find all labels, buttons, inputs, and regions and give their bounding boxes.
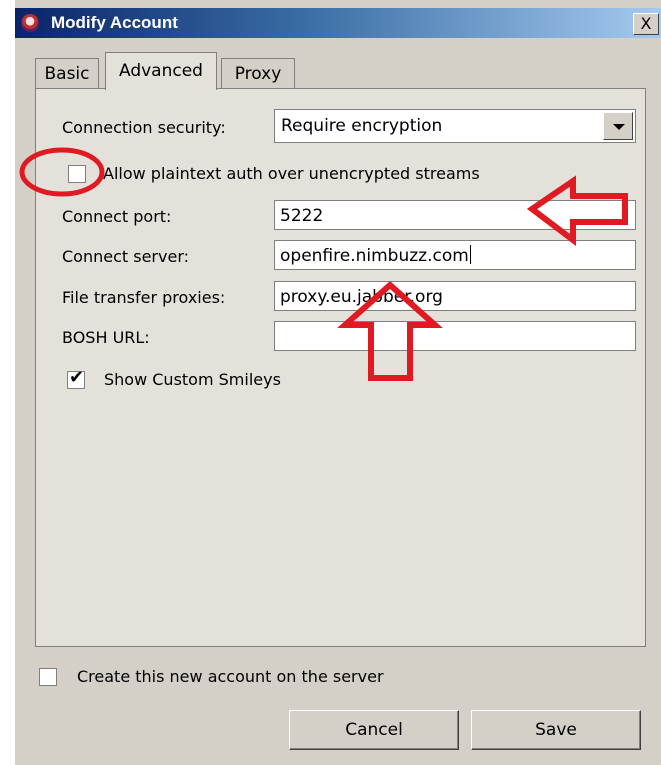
modify-account-dialog: Modify Account X Basic Advanced Proxy Co… xyxy=(14,0,661,765)
create-on-server-checkbox[interactable] xyxy=(39,668,57,686)
plaintext-auth-label: Allow plaintext auth over unencrypted st… xyxy=(103,164,480,183)
tab-basic-label: Basic xyxy=(44,64,90,84)
tab-basic[interactable]: Basic xyxy=(35,58,99,89)
connection-security-select[interactable]: Require encryption xyxy=(274,109,636,143)
connection-security-value: Require encryption xyxy=(281,116,443,136)
connect-server-label: Connect server: xyxy=(62,247,189,266)
show-custom-smileys-checkbox[interactable]: ✔ xyxy=(67,367,85,389)
cancel-button[interactable]: Cancel xyxy=(289,710,459,750)
close-button[interactable]: X xyxy=(633,13,659,35)
tab-advanced[interactable]: Advanced xyxy=(105,52,217,90)
text-caret xyxy=(469,245,471,264)
app-icon xyxy=(21,14,39,32)
file-transfer-proxies-label: File transfer proxies: xyxy=(62,288,226,307)
file-transfer-proxies-field[interactable]: proxy.eu.jabber.org xyxy=(274,281,636,311)
save-button[interactable]: Save xyxy=(471,710,641,750)
tab-proxy-label: Proxy xyxy=(234,64,282,84)
connect-port-label: Connect port: xyxy=(62,207,172,226)
create-on-server-label: Create this new account on the server xyxy=(77,667,384,686)
tab-advanced-label: Advanced xyxy=(119,61,203,81)
advanced-tab-panel: Connection security: Require encryption … xyxy=(35,88,646,647)
plaintext-auth-checkbox[interactable] xyxy=(68,165,86,183)
window-title: Modify Account xyxy=(51,13,178,32)
bosh-url-field[interactable] xyxy=(274,321,636,351)
show-custom-smileys-label: Show Custom Smileys xyxy=(104,370,281,389)
checkmark-icon: ✔ xyxy=(69,367,85,388)
connect-server-value: openfire.nimbuzz.com xyxy=(280,246,469,266)
tab-proxy[interactable]: Proxy xyxy=(221,58,295,89)
connection-security-label: Connection security: xyxy=(62,118,226,137)
chevron-down-icon[interactable] xyxy=(603,112,633,140)
bosh-url-label: BOSH URL: xyxy=(62,328,150,347)
connect-port-field[interactable]: 5222 xyxy=(274,200,636,230)
connect-server-field[interactable]: openfire.nimbuzz.com xyxy=(274,240,636,270)
title-bar[interactable]: Modify Account X xyxy=(15,8,661,38)
